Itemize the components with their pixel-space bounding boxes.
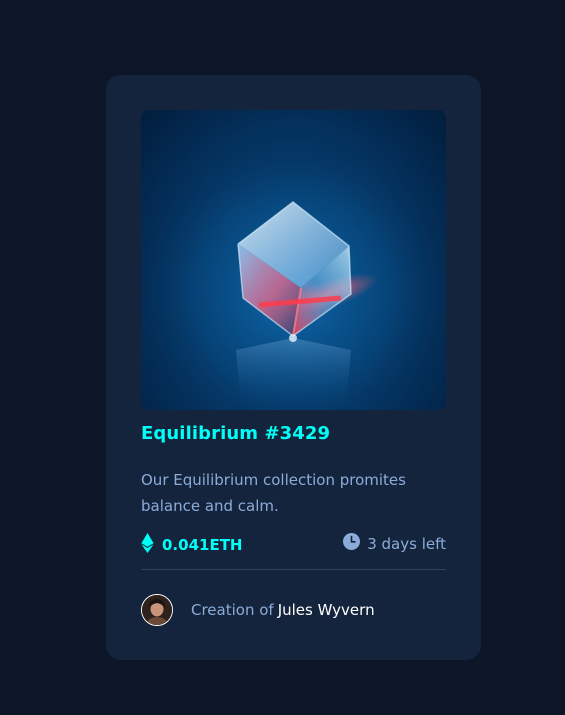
- divider: [141, 569, 446, 570]
- nft-image[interactable]: [141, 110, 446, 410]
- time-left-value: 3 days left: [367, 534, 446, 553]
- crystal-cube-illustration: [141, 110, 446, 410]
- nft-card: Equilibrium #3429 Our Equilibrium collec…: [106, 75, 481, 660]
- nft-stats: 0.041ETH 3 days left: [141, 533, 446, 557]
- avatar: [141, 594, 173, 626]
- ethereum-icon: [141, 533, 154, 557]
- creator-name[interactable]: Jules Wyvern: [278, 601, 375, 619]
- creator-label: Creation of Jules Wyvern: [191, 601, 375, 619]
- price-info: 0.041ETH: [141, 533, 242, 557]
- creator-info: Creation of Jules Wyvern: [141, 593, 375, 627]
- creator-prefix: Creation of: [191, 601, 274, 619]
- clock-icon: [343, 533, 361, 554]
- time-left-info: 3 days left: [343, 533, 446, 554]
- nft-title[interactable]: Equilibrium #3429: [141, 423, 330, 444]
- nft-description: Our Equilibrium collection promites bala…: [141, 471, 406, 515]
- price-value: 0.041ETH: [162, 536, 243, 554]
